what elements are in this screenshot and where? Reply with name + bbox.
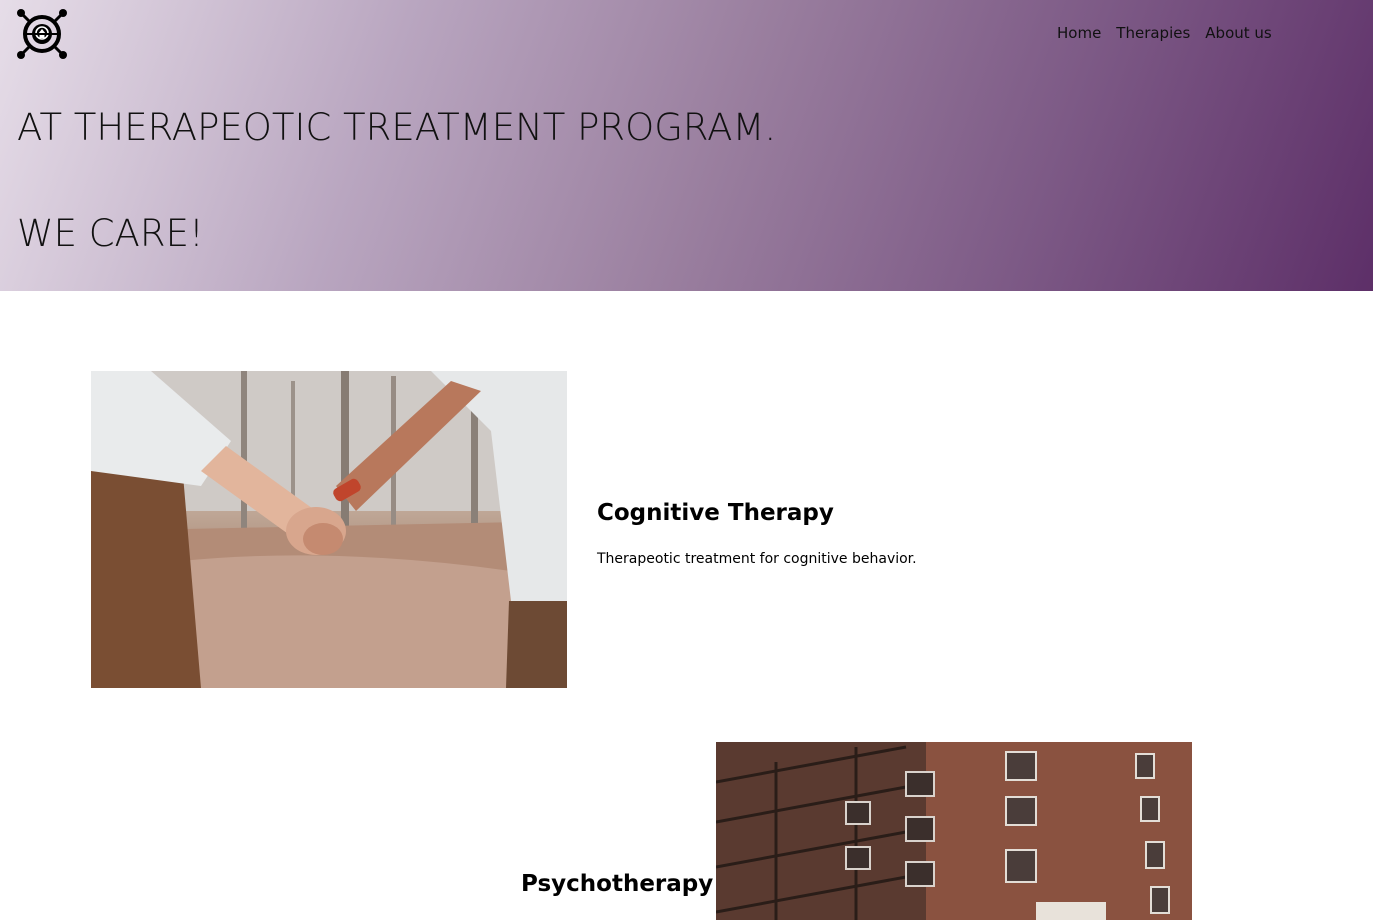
holding-hands-photo: [91, 371, 567, 688]
therapy-description-cognitive: Therapeotic treatment for cognitive beha…: [597, 551, 917, 567]
brain-globe-logo-icon[interactable]: [15, 7, 69, 61]
nav-about-link[interactable]: About us: [1205, 24, 1271, 42]
nav-therapies-link[interactable]: Therapies: [1116, 24, 1190, 42]
hero-tagline: WE CARE!: [17, 212, 204, 255]
hero-headline: AT THERAPEOTIC TREATMENT PROGRAM.: [17, 106, 777, 149]
nav-home-link[interactable]: Home: [1057, 24, 1101, 42]
therapy-title-cognitive: Cognitive Therapy: [597, 500, 834, 526]
main-nav: Home Therapies About us: [1057, 24, 1272, 42]
brick-building-photo: [716, 742, 1192, 920]
therapy-title-psychotherapy: Psychotherapy: [521, 871, 714, 897]
hero-banner: Home Therapies About us AT THERAPEOTIC T…: [0, 0, 1373, 291]
